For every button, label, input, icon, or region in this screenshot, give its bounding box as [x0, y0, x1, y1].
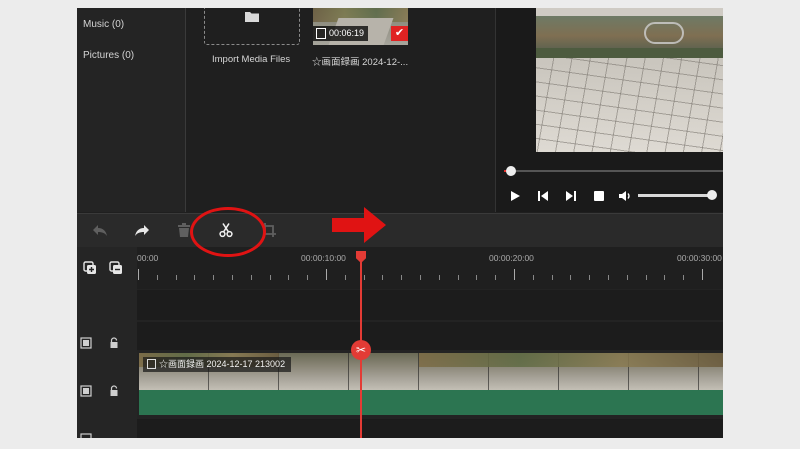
- ruler-tick: [589, 275, 591, 280]
- track-header-column: [77, 247, 137, 438]
- ruler-tick: [420, 275, 421, 280]
- volume-icon[interactable]: [618, 189, 632, 203]
- playback-progress-track[interactable]: [504, 170, 723, 172]
- ruler-tick: [438, 275, 440, 280]
- ruler-tick: [138, 269, 139, 280]
- ruler-tick: [514, 269, 515, 280]
- track-row: [137, 290, 723, 320]
- sidebar-item-music[interactable]: Music (0): [83, 19, 124, 30]
- annotation-circle: [190, 207, 266, 257]
- ruler-tick: [307, 275, 309, 280]
- volume-slider-handle[interactable]: [707, 190, 717, 200]
- timestamp-label: 00:00:10:00: [301, 253, 346, 263]
- ruler-tick: [570, 275, 572, 280]
- volume-slider-track[interactable]: [638, 194, 714, 197]
- edit-toolbar: [77, 213, 723, 247]
- previous-frame-icon[interactable]: [536, 189, 550, 203]
- ruler-tick: [156, 275, 158, 280]
- ruler-tick: [326, 269, 327, 280]
- track-row: [137, 322, 723, 350]
- ruler-tick: [551, 275, 553, 280]
- media-clip-name: ☆画面録画 2024-12-...: [312, 57, 409, 68]
- remove-track-icon[interactable]: [109, 261, 123, 275]
- media-sidebar: Music (0) Pictures (0): [77, 8, 186, 212]
- film-icon: [316, 28, 326, 39]
- split-marker-icon[interactable]: ✂: [351, 340, 371, 360]
- ruler-tick: [532, 275, 534, 280]
- sidebar-item-pictures[interactable]: Pictures (0): [83, 50, 134, 61]
- ruler-tick: [683, 275, 685, 280]
- ruler-tick: [288, 275, 290, 280]
- track-row: [137, 419, 723, 438]
- ruler-tick: [645, 275, 647, 280]
- ruler-tick: [608, 275, 609, 280]
- timestamp-label: 00:00: [137, 253, 159, 263]
- clip-audio-track: [139, 390, 723, 415]
- timestamp-label: 00:00:30:00: [677, 253, 722, 263]
- ruler-tick: [269, 275, 271, 280]
- import-media-button[interactable]: [204, 8, 300, 45]
- redo-icon[interactable]: [134, 222, 150, 238]
- import-media-label: Import Media Files: [212, 54, 291, 65]
- ruler-tick: [382, 275, 384, 280]
- clip-duration-badge: 00:06:19: [313, 26, 369, 41]
- ruler-tick: [664, 275, 666, 280]
- ruler-tick: [702, 269, 703, 280]
- film-track-icon: [80, 337, 92, 349]
- undo-icon[interactable]: [92, 222, 108, 238]
- lock-icon[interactable]: [108, 337, 120, 349]
- folder-icon: [245, 12, 259, 22]
- video-editor-window: Music (0) Pictures (0) Import Media File…: [77, 8, 723, 438]
- film-track-icon: [80, 385, 92, 397]
- timestamp-label: 00:00:20:00: [489, 253, 534, 263]
- clip-label: ☆画面録画 2024-12-17 213002: [143, 357, 292, 372]
- ruler-tick: [626, 275, 628, 280]
- ruler-tick: [457, 275, 459, 280]
- playback-progress-handle[interactable]: [506, 166, 516, 176]
- preview-video-frame: [536, 8, 723, 152]
- media-library: Import Media Files 00:06:19 ✔ ☆画面録画 2024…: [187, 8, 494, 212]
- film-icon: [147, 359, 156, 369]
- media-clip-thumbnail[interactable]: 00:06:19 ✔: [313, 8, 408, 45]
- timeline-video-clip[interactable]: ☆画面録画 2024-12-17 213002: [139, 353, 723, 415]
- ruler-tick: [363, 275, 365, 280]
- preview-panel: [495, 8, 723, 212]
- selected-check-icon: ✔: [391, 26, 408, 41]
- ruler-tick: [175, 275, 177, 280]
- ruler-tick: [213, 275, 215, 280]
- ruler-tick: [344, 275, 346, 280]
- lock-icon[interactable]: [108, 385, 120, 397]
- ruler-tick: [232, 275, 233, 280]
- play-icon[interactable]: [508, 189, 522, 203]
- timeline-panel: 00:00 00:00:10:00 00:00:20:00 00:00:30:0…: [77, 247, 723, 438]
- stop-icon[interactable]: [592, 189, 606, 203]
- ruler-tick: [194, 275, 196, 280]
- add-track-icon[interactable]: [83, 261, 97, 275]
- ruler-tick: [401, 275, 403, 280]
- ruler-tick: [250, 275, 252, 280]
- ruler-tick: [495, 275, 497, 280]
- annotation-arrow: [332, 207, 386, 243]
- film-track-icon: [80, 433, 92, 438]
- ruler-tick: [476, 275, 478, 280]
- next-frame-icon[interactable]: [564, 189, 578, 203]
